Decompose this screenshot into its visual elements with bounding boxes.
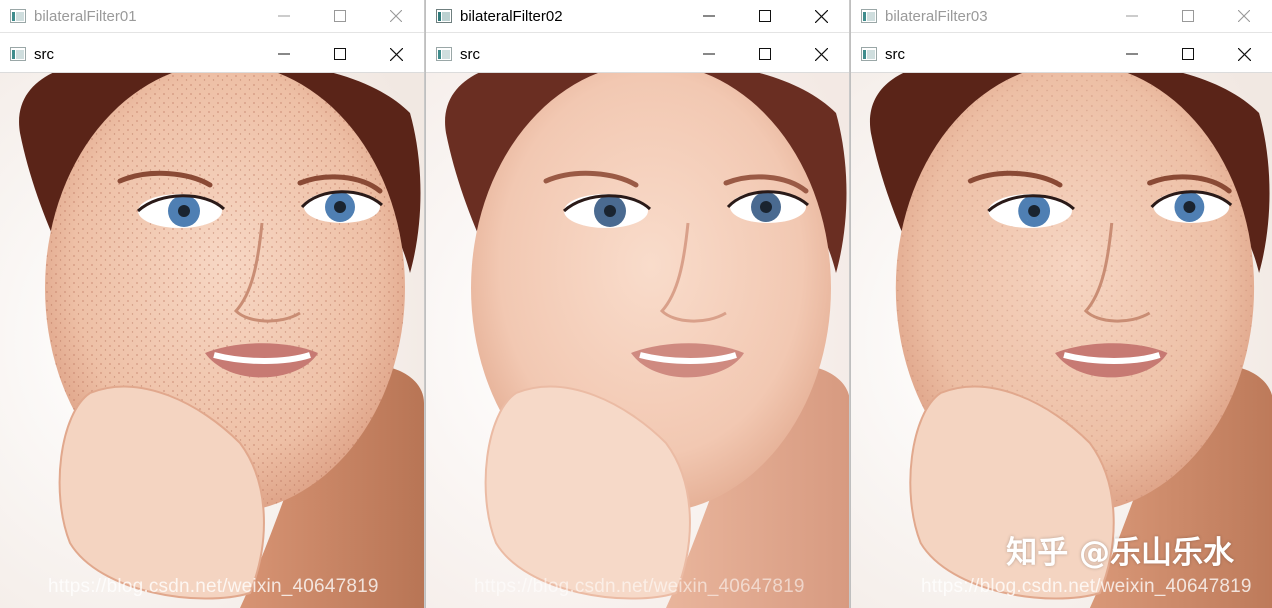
app-window-icon bbox=[10, 47, 26, 61]
window-title: bilateralFilter02 bbox=[460, 7, 563, 25]
maximize-button[interactable] bbox=[737, 0, 793, 32]
image-canvas: 知乎 @乐山乐水 https://blog.csdn.net/weixin_40… bbox=[851, 73, 1272, 608]
image-canvas: https://blog.csdn.net/weixin_40647819 bbox=[0, 73, 424, 608]
close-button[interactable] bbox=[368, 0, 424, 32]
app-window-icon bbox=[10, 9, 26, 23]
window-title: bilateralFilter01 bbox=[34, 7, 137, 25]
close-icon bbox=[390, 10, 402, 22]
app-window-icon bbox=[861, 47, 877, 61]
app-window-icon bbox=[861, 9, 877, 23]
minimize-button[interactable] bbox=[1104, 36, 1160, 72]
portrait-image bbox=[0, 73, 424, 608]
close-button[interactable] bbox=[368, 36, 424, 72]
close-button[interactable] bbox=[1216, 0, 1272, 32]
window-bilateralfilter03: bilateralFilter03 src 知乎 @乐山乐水 https://b… bbox=[850, 0, 1272, 608]
app-window-icon bbox=[436, 47, 452, 61]
close-button[interactable] bbox=[793, 0, 849, 32]
maximize-icon bbox=[759, 10, 771, 22]
minimize-icon bbox=[703, 53, 715, 55]
close-button[interactable] bbox=[793, 36, 849, 72]
watermark-text: https://blog.csdn.net/weixin_40647819 bbox=[48, 576, 379, 597]
window-bilateralfilter01: bilateralFilter01 src https://blog.csdn.… bbox=[0, 0, 425, 608]
app-window-icon bbox=[436, 9, 452, 23]
portrait-image bbox=[426, 73, 849, 608]
close-icon bbox=[1237, 47, 1251, 61]
close-button[interactable] bbox=[1216, 36, 1272, 72]
maximize-icon bbox=[1182, 48, 1194, 60]
close-icon bbox=[1238, 10, 1250, 22]
outer-titlebar[interactable]: bilateralFilter01 bbox=[0, 0, 424, 32]
maximize-button[interactable] bbox=[1160, 36, 1216, 72]
inner-titlebar[interactable]: src bbox=[0, 36, 424, 73]
close-icon bbox=[814, 9, 828, 23]
minimize-button[interactable] bbox=[681, 36, 737, 72]
maximize-icon bbox=[1182, 10, 1194, 22]
maximize-button[interactable] bbox=[312, 0, 368, 32]
watermark-text: https://blog.csdn.net/weixin_40647819 bbox=[921, 576, 1252, 597]
inner-window-title: src bbox=[885, 45, 905, 63]
close-icon bbox=[389, 47, 403, 61]
maximize-button[interactable] bbox=[1160, 0, 1216, 32]
minimize-icon bbox=[1126, 53, 1138, 55]
minimize-button[interactable] bbox=[256, 0, 312, 32]
inner-window-title: src bbox=[460, 45, 480, 63]
minimize-icon bbox=[703, 15, 715, 17]
close-icon bbox=[814, 47, 828, 61]
maximize-icon bbox=[334, 48, 346, 60]
maximize-icon bbox=[759, 48, 771, 60]
watermark-text: https://blog.csdn.net/weixin_40647819 bbox=[474, 576, 805, 597]
minimize-icon bbox=[278, 53, 290, 55]
maximize-button[interactable] bbox=[737, 36, 793, 72]
minimize-button[interactable] bbox=[256, 36, 312, 72]
window-title: bilateralFilter03 bbox=[885, 7, 988, 25]
window-bilateralfilter02: bilateralFilter02 src https://blog.csdn.… bbox=[425, 0, 850, 608]
outer-titlebar[interactable]: bilateralFilter03 bbox=[851, 0, 1272, 32]
minimize-icon bbox=[278, 15, 290, 17]
zhihu-brand-overlay: 知乎 @乐山乐水 bbox=[1006, 535, 1234, 571]
minimize-button[interactable] bbox=[681, 0, 737, 32]
inner-window-title: src bbox=[34, 45, 54, 63]
inner-titlebar[interactable]: src bbox=[426, 36, 849, 73]
minimize-button[interactable] bbox=[1104, 0, 1160, 32]
inner-titlebar[interactable]: src bbox=[851, 36, 1272, 73]
maximize-button[interactable] bbox=[312, 36, 368, 72]
outer-titlebar[interactable]: bilateralFilter02 bbox=[426, 0, 849, 32]
maximize-icon bbox=[334, 10, 346, 22]
minimize-icon bbox=[1126, 15, 1138, 17]
image-canvas: https://blog.csdn.net/weixin_40647819 bbox=[426, 73, 849, 608]
